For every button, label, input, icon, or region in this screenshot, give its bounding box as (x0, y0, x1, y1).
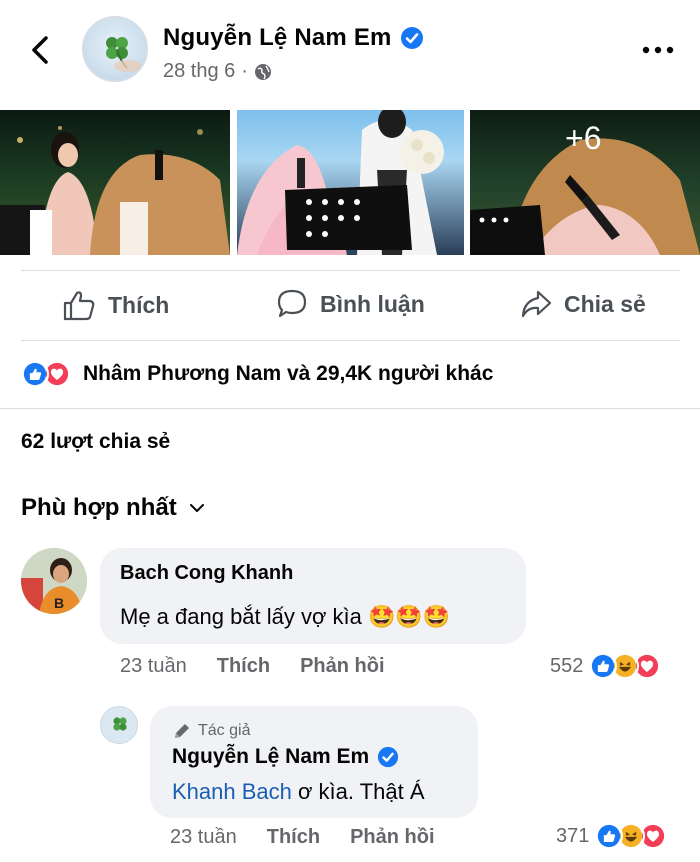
photo-1[interactable] (0, 110, 230, 255)
comment-button[interactable]: Bình luận (276, 288, 425, 320)
comment-reaction-icons (589, 652, 662, 680)
verified-badge-icon (378, 746, 399, 768)
share-arrow-icon (521, 290, 552, 318)
post-meta: 28 thg 6 · (163, 60, 272, 83)
sort-label: Phù hợp nhất (21, 494, 177, 521)
like-label: Thích (108, 291, 170, 318)
reply-text-row: Khanh Bach ơ kìa. Thật Á (172, 779, 425, 805)
comment-text: Mẹ a đang bắt lấy vợ kìa 🤩🤩🤩 (120, 604, 451, 629)
reply-author-avatar[interactable] (100, 706, 138, 744)
reply-meta: 23 tuần Thích Phản hồi (170, 826, 465, 849)
comment-time[interactable]: 23 tuần (120, 655, 187, 678)
comment-reactions[interactable]: 552 (550, 652, 662, 680)
verified-badge-icon (400, 27, 423, 49)
reply-text: ơ kìa. Thật Á (291, 779, 425, 804)
person-photo-icon: B (21, 548, 87, 614)
comment-sort-dropdown[interactable]: Phù hợp nhất (21, 494, 205, 522)
share-count[interactable]: 62 lượt chia sẻ (21, 430, 170, 454)
comment-reaction-count: 552 (550, 654, 584, 677)
comment-meta: 23 tuần Thích Phản hồi (120, 655, 415, 678)
like-reaction-icon (595, 822, 624, 850)
share-label: Chia sẻ (564, 290, 646, 317)
photo-2[interactable] (237, 110, 464, 255)
like-thumb-icon (63, 291, 95, 321)
mention-link[interactable]: Khanh Bach (172, 779, 292, 804)
like-reaction-icon (589, 652, 618, 680)
comment-author[interactable]: Bach Cong Khanh (120, 562, 293, 585)
divider (21, 340, 680, 341)
more-options-icon[interactable] (640, 38, 676, 62)
reactions-summary[interactable]: Nhâm Phương Nam và 29,4K người khác (21, 360, 493, 388)
meta-separator: · (241, 60, 248, 82)
back-arrow-icon[interactable] (24, 30, 56, 70)
comment-label: Bình luận (320, 290, 425, 317)
like-button[interactable]: Thích (62, 288, 169, 322)
comment-reply-button[interactable]: Phản hồi (300, 655, 384, 678)
reply-author-row: Nguyễn Lệ Nam Em (172, 745, 399, 769)
post-actions: Thích Bình luận Chia sẻ (0, 280, 700, 336)
author-tag-label: Tác giả (198, 722, 251, 739)
chevron-down-icon (189, 504, 204, 512)
post-author-name[interactable]: Nguyễn Lệ Nam Em (163, 24, 392, 52)
svg-text:B: B (54, 595, 64, 611)
share-button[interactable]: Chia sẻ (520, 288, 646, 320)
reply-author[interactable]: Nguyễn Lệ Nam Em (172, 745, 369, 769)
comment-bubble-icon (277, 289, 307, 318)
reaction-icons (21, 360, 77, 388)
like-reaction-icon (21, 360, 49, 388)
clover-icon (106, 37, 142, 72)
reply-time[interactable]: 23 tuần (170, 826, 237, 849)
reply-reaction-icons (595, 822, 668, 850)
globe-icon (254, 63, 271, 80)
commenter-avatar[interactable]: B (21, 548, 87, 614)
clover-icon (113, 717, 127, 731)
post-date[interactable]: 28 thg 6 (163, 60, 235, 83)
more-photos-count[interactable]: +6 (565, 120, 601, 157)
author-tag: Tác giả (172, 721, 250, 741)
divider (21, 270, 680, 271)
divider (0, 408, 700, 409)
comment-like-button[interactable]: Thích (217, 655, 270, 678)
reply-reactions[interactable]: 371 (556, 822, 668, 850)
reply-reply-button[interactable]: Phản hồi (350, 826, 434, 849)
pencil-icon (175, 724, 189, 738)
author-avatar[interactable] (82, 16, 148, 82)
reply-reaction-count: 371 (556, 824, 590, 847)
reactions-summary-text[interactable]: Nhâm Phương Nam và 29,4K người khác (83, 362, 493, 386)
reply-like-button[interactable]: Thích (267, 826, 320, 849)
post-header: Nguyễn Lệ Nam Em 28 thg 6 · (0, 0, 700, 100)
